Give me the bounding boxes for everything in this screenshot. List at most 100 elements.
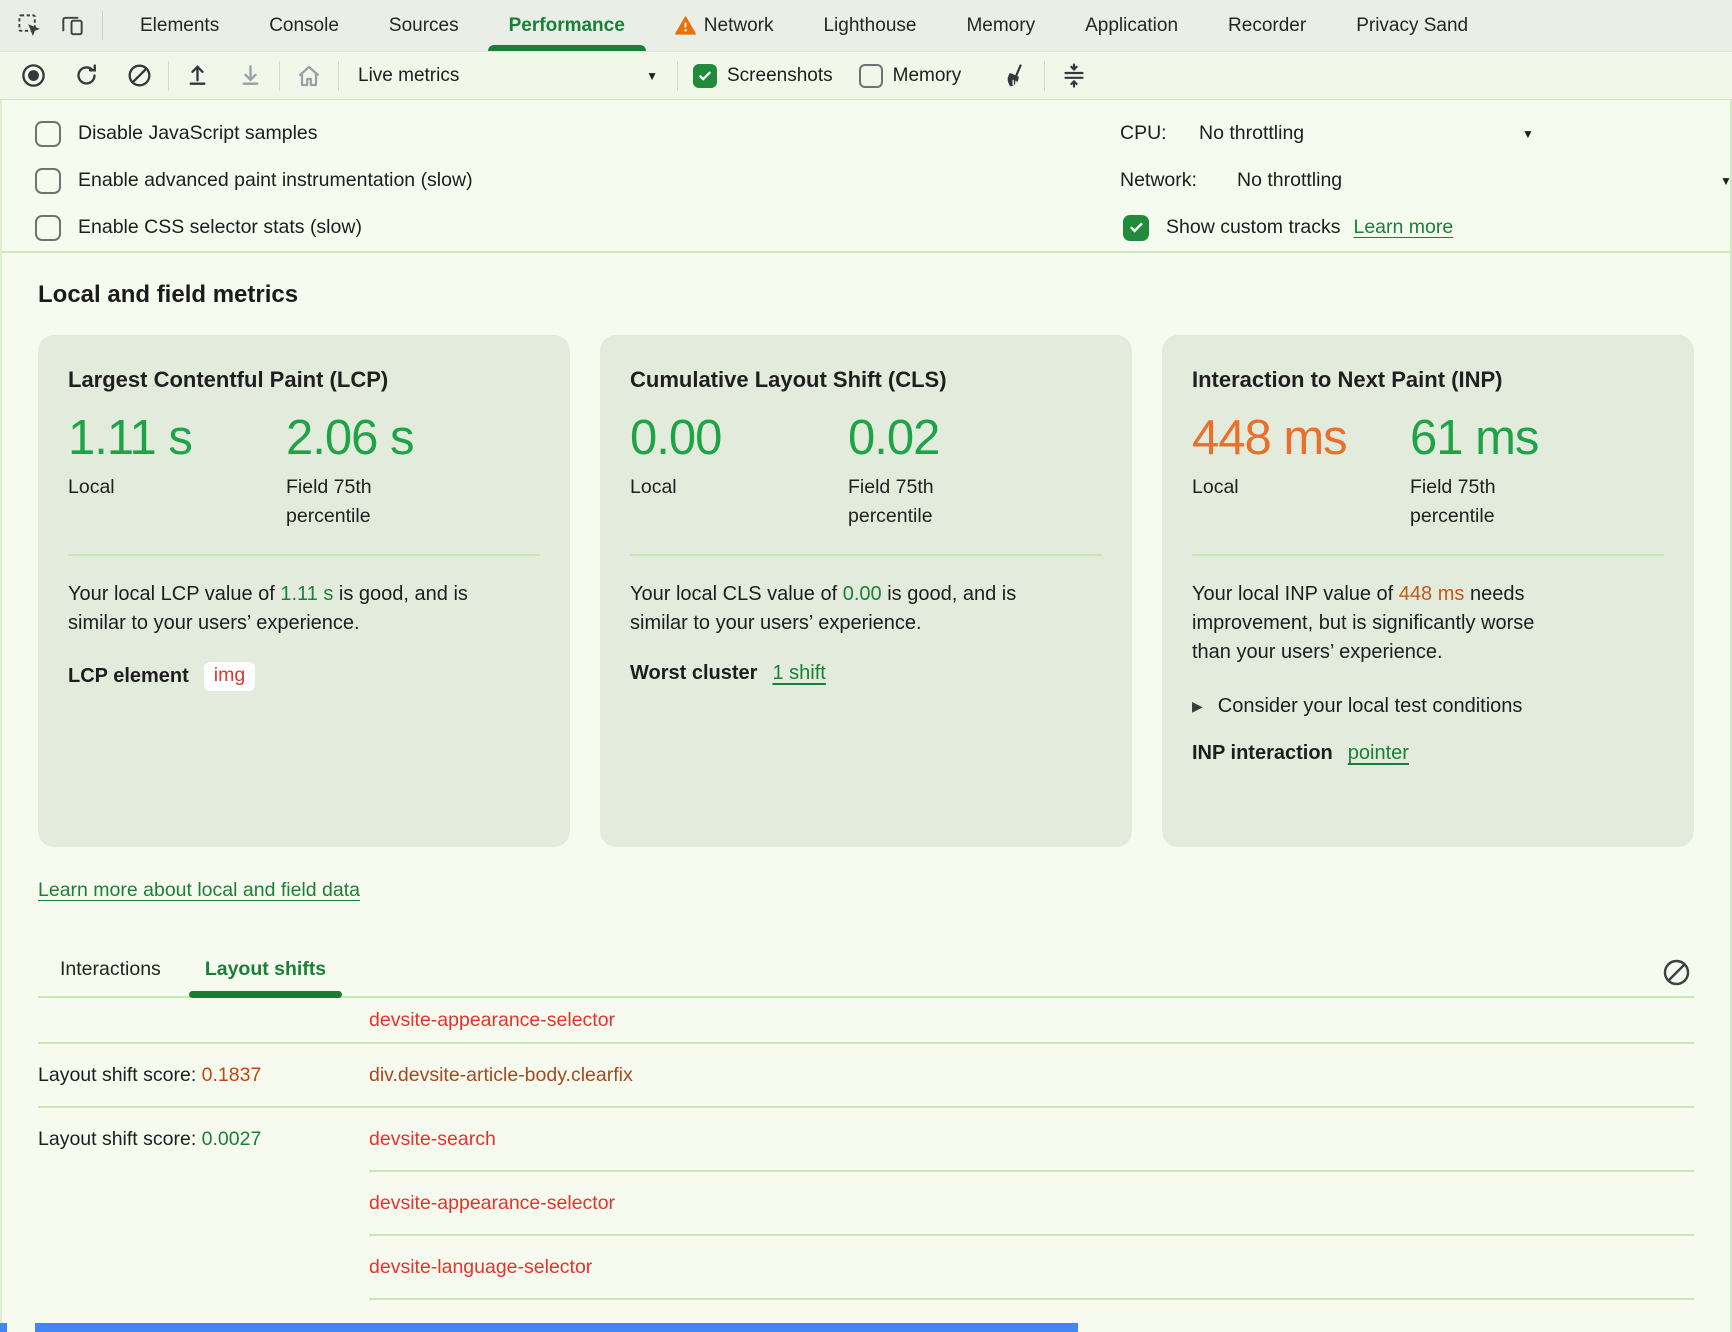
shift-element-link[interactable]: devsite-language-selector: [369, 1256, 592, 1279]
shift-row[interactable]: devsite-appearance-selector: [38, 998, 1694, 1042]
lcp-element-label: LCP element: [68, 665, 189, 688]
dropdown-caret-icon[interactable]: ▼: [1522, 127, 1534, 141]
lcp-field-value: 2.06 s: [286, 413, 413, 464]
lcp-element-link[interactable]: img: [204, 662, 255, 691]
reload-record-icon[interactable]: [73, 62, 100, 89]
warning-icon: [675, 16, 696, 35]
card-divider: [68, 554, 540, 556]
field-label: Field 75th percentile: [848, 473, 973, 530]
clear-icon[interactable]: [126, 62, 153, 89]
expand-triangle-icon: ▶: [1192, 698, 1203, 715]
shift-row[interactable]: devsite-appearance-selector: [38, 1172, 1694, 1234]
tab-network[interactable]: Network: [650, 0, 799, 51]
shift-row[interactable]: Layout shift score: 0.0027 devsite-searc…: [38, 1108, 1694, 1170]
tab-elements[interactable]: Elements: [115, 0, 244, 51]
toolbar-separator: [1044, 61, 1045, 91]
lcp-local-value: 1.11 s: [68, 413, 286, 464]
learn-more-field-data-link[interactable]: Learn more about local and field data: [38, 879, 360, 902]
live-metrics-view: Local and field metrics Largest Contentf…: [2, 281, 1730, 1332]
tab-sources[interactable]: Sources: [364, 0, 484, 51]
worst-cluster-link[interactable]: 1 shift: [772, 662, 825, 685]
screenshot-strip-partial: [35, 1323, 1078, 1332]
page-title: Local and field metrics: [38, 281, 1694, 309]
show-custom-tracks-checkbox[interactable]: [1123, 215, 1149, 241]
field-label: Field 75th percentile: [286, 473, 411, 530]
toolbar-separator: [338, 61, 339, 91]
inp-interaction-link[interactable]: pointer: [1348, 742, 1409, 765]
gc-broom-icon[interactable]: [1001, 62, 1029, 90]
collapse-icon[interactable]: [1060, 62, 1088, 90]
network-throttling-row: Network: No throttling ▼: [1120, 157, 1732, 204]
block-clear-icon[interactable]: [1661, 957, 1692, 988]
card-title: Largest Contentful Paint (LCP): [68, 367, 540, 393]
view-mode-select[interactable]: Live metrics ▼: [358, 65, 658, 87]
shift-row[interactable]: Layout shift score: 0.1837 div.devsite-a…: [38, 1044, 1694, 1106]
record-icon[interactable]: [20, 62, 47, 89]
shift-element-link[interactable]: div.devsite-article-body.clearfix: [369, 1064, 633, 1087]
card-title: Interaction to Next Paint (INP): [1192, 367, 1664, 393]
device-toolbar-icon[interactable]: [59, 12, 86, 39]
shift-element-link[interactable]: devsite-search: [369, 1128, 496, 1151]
memory-label: Memory: [893, 65, 962, 87]
cls-description: Your local CLS value of 0.00 is good, an…: [630, 580, 1050, 638]
tab-console[interactable]: Console: [244, 0, 364, 51]
inp-description: Your local INP value of 448 ms needs imp…: [1192, 580, 1577, 667]
custom-tracks-learn-more-link[interactable]: Learn more: [1353, 216, 1453, 239]
memory-toggle[interactable]: Memory: [859, 64, 962, 88]
network-label: Network:: [1120, 169, 1197, 192]
custom-tracks-row: Show custom tracks Learn more: [1120, 204, 1732, 251]
screenshots-toggle[interactable]: Screenshots: [693, 64, 833, 88]
toolbar-separator: [279, 61, 280, 91]
lcp-description: Your local LCP value of 1.11 s is good, …: [68, 580, 470, 638]
tab-lighthouse[interactable]: Lighthouse: [798, 0, 941, 51]
toolbar-separator: [102, 11, 103, 40]
tab-layout-shifts[interactable]: Layout shifts: [203, 958, 328, 996]
dropdown-caret-icon[interactable]: ▼: [1720, 174, 1732, 188]
dropdown-caret-icon: ▼: [646, 69, 658, 83]
memory-checkbox[interactable]: [859, 64, 883, 88]
devtools-window: Elements Console Sources Performance Net…: [0, 0, 1732, 1332]
field-label: Field 75th percentile: [1410, 473, 1535, 530]
inspect-element-icon[interactable]: [16, 12, 43, 39]
panel-body: Disable JavaScript samples Enable advanc…: [0, 100, 1732, 1332]
disable-js-samples-checkbox[interactable]: [35, 121, 61, 147]
download-profile-icon[interactable]: [237, 62, 264, 89]
tab-performance[interactable]: Performance: [484, 0, 650, 51]
card-divider: [630, 554, 1102, 556]
metric-cards: Largest Contentful Paint (LCP) 1.11 s Lo…: [38, 335, 1694, 847]
tab-privacy-sandbox[interactable]: Privacy Sand: [1331, 0, 1493, 51]
tab-interactions[interactable]: Interactions: [58, 958, 163, 996]
card-divider: [1192, 554, 1664, 556]
local-label: Local: [68, 473, 286, 501]
local-test-conditions-expander[interactable]: ▶ Consider your local test conditions: [1192, 695, 1664, 718]
devtools-tabbar: Elements Console Sources Performance Net…: [0, 0, 1732, 52]
tab-recorder[interactable]: Recorder: [1203, 0, 1331, 51]
inp-local-value: 448 ms: [1192, 413, 1410, 464]
shift-score: 0.1837: [202, 1064, 262, 1086]
cpu-throttling-select[interactable]: No throttling: [1199, 122, 1304, 145]
screenshots-label: Screenshots: [727, 65, 833, 87]
shift-row[interactable]: devsite-language-selector: [38, 1236, 1694, 1298]
local-label: Local: [1192, 473, 1410, 501]
advanced-paint-checkbox[interactable]: [35, 168, 61, 194]
network-throttling-select[interactable]: No throttling: [1237, 169, 1342, 192]
screenshot-strip-edge: [0, 1323, 7, 1332]
tab-application[interactable]: Application: [1060, 0, 1203, 51]
toolbar-separator: [677, 61, 678, 91]
shift-element-link[interactable]: devsite-appearance-selector: [369, 1192, 615, 1215]
local-label: Local: [630, 473, 848, 501]
toolbar-separator: [168, 61, 169, 91]
cls-local-value: 0.00: [630, 413, 848, 464]
metric-card-lcp: Largest Contentful Paint (LCP) 1.11 s Lo…: [38, 335, 570, 847]
tab-memory[interactable]: Memory: [941, 0, 1060, 51]
inp-interaction-label: INP interaction: [1192, 742, 1333, 765]
upload-profile-icon[interactable]: [184, 62, 211, 89]
shift-element-link[interactable]: devsite-appearance-selector: [369, 1009, 615, 1032]
inp-field-value: 61 ms: [1410, 413, 1538, 464]
screenshots-checkbox[interactable]: [693, 64, 717, 88]
home-icon[interactable]: [295, 62, 323, 90]
css-selector-stats-checkbox[interactable]: [35, 215, 61, 241]
layout-shift-list: devsite-appearance-selector Layout shift…: [38, 998, 1694, 1332]
worst-cluster-label: Worst cluster: [630, 662, 757, 685]
panel-tabs: Elements Console Sources Performance Net…: [115, 0, 1493, 51]
